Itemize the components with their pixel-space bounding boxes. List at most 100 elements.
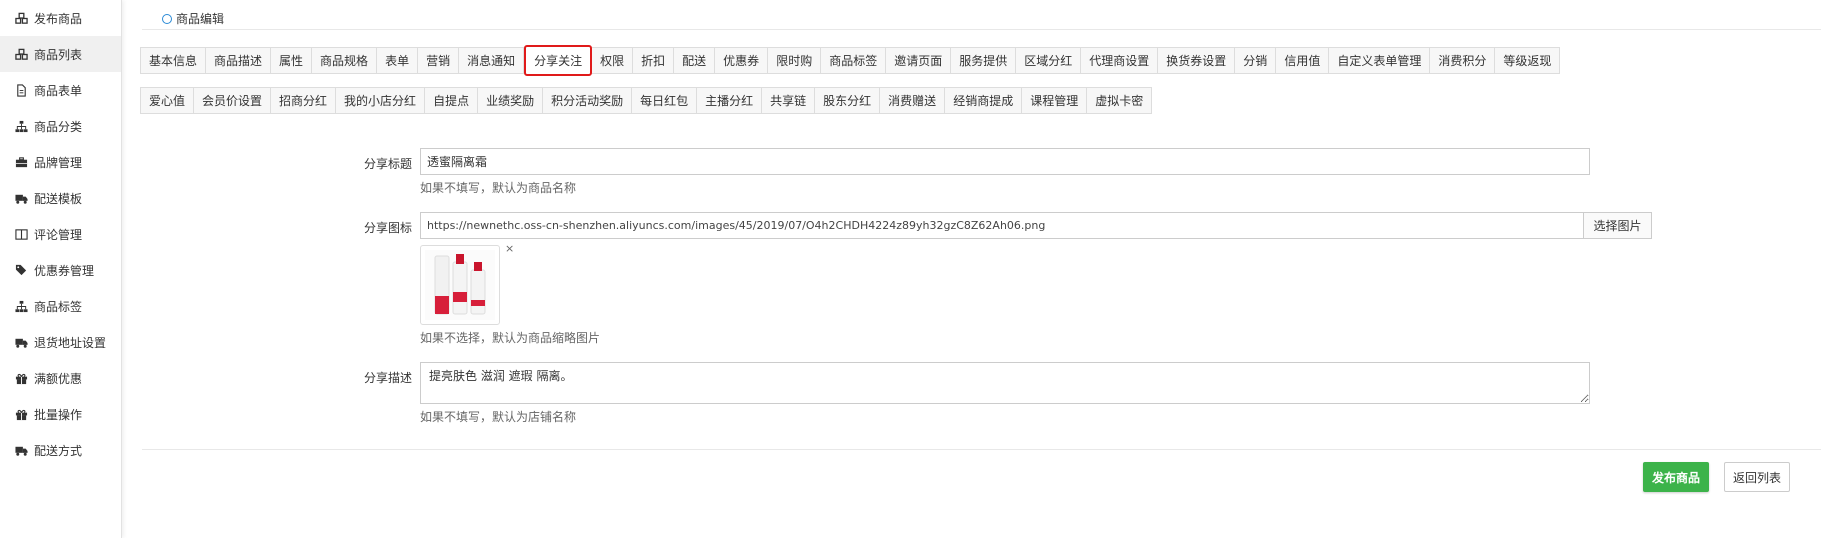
share-desc-label: 分享描述	[363, 371, 412, 385]
share-title-label: 分享标题	[363, 157, 412, 171]
tab[interactable]: 我的小店分红	[336, 87, 426, 114]
tab[interactable]: 自提点	[425, 87, 479, 114]
truck-icon	[14, 443, 28, 457]
sidebar-item-label: 满额优惠	[34, 371, 83, 386]
tabs-row-1: 基本信息 商品描述 属性 商品规格 表单 营销 消息通知 分享关注 权限 折扣 配送 优惠券 限时购 商品…	[140, 45, 1561, 76]
sidebar-item-label: 退货地址设置	[34, 335, 107, 350]
sidebar-item[interactable]: 配送模板	[0, 180, 121, 216]
tab[interactable]: 分销	[1235, 47, 1277, 74]
product-image-icon	[425, 250, 495, 320]
sidebar-item-label: 商品标签	[34, 299, 83, 314]
share-title-input[interactable]	[420, 148, 1590, 175]
share-desc-row: 分享描述 提亮肤色 滋润 遮瑕 隔离。 如果不填写，默认为店铺名称	[322, 362, 1772, 425]
tab[interactable]: 消费积分	[1430, 47, 1496, 74]
cubes-icon	[14, 11, 28, 25]
tab[interactable]: 限时购	[768, 47, 822, 74]
tab[interactable]: 招商分红	[271, 87, 337, 114]
tab[interactable]: 自定义表单管理	[1329, 47, 1431, 74]
tab[interactable]: 营销	[418, 47, 460, 74]
tab[interactable]: 共享链	[762, 87, 816, 114]
sidebar: 发布商品商品列表商品表单商品分类品牌管理配送模板评论管理优惠券管理商品标签退货地…	[0, 0, 122, 538]
share-desc-hint: 如果不填写，默认为店铺名称	[420, 410, 577, 424]
sidebar-item-label: 批量操作	[34, 407, 83, 422]
tab[interactable]: 商品规格	[312, 47, 378, 74]
sidebar-item[interactable]: 满额优惠	[0, 360, 121, 396]
tab[interactable]: 换货券设置	[1158, 47, 1236, 74]
publish-button[interactable]: 发布商品	[1643, 462, 1709, 492]
tab[interactable]: 信用值	[1276, 47, 1330, 74]
truck-icon	[14, 335, 28, 349]
circle-icon	[162, 13, 172, 24]
file-icon	[14, 83, 28, 97]
main-content: 商品编辑 基本信息 商品描述 属性 商品规格 表单 营销 消息通知 分享关注 权限 折扣 配送 优惠券…	[122, 0, 1841, 538]
tab[interactable]: 商品标签	[821, 47, 887, 74]
sidebar-item[interactable]: 商品标签	[0, 288, 121, 324]
book-icon	[14, 227, 28, 241]
share-icon-row: 分享图标 选择图片	[322, 212, 1772, 346]
back-to-list-button[interactable]: 返回列表	[1724, 462, 1790, 492]
divider	[142, 29, 1821, 30]
tab[interactable]: 课程管理	[1022, 87, 1088, 114]
tab[interactable]: 商品描述	[206, 47, 272, 74]
breadcrumb: 商品编辑	[162, 10, 224, 27]
truck-icon	[14, 191, 28, 205]
sidebar-item-label: 评论管理	[34, 227, 83, 242]
tab[interactable]: 主播分红	[697, 87, 763, 114]
remove-image-icon[interactable]: ×	[505, 242, 514, 255]
tab[interactable]: 配送	[674, 47, 716, 74]
tab[interactable]: 消费赠送	[880, 87, 946, 114]
tab[interactable]: 属性	[271, 47, 313, 74]
sidebar-item[interactable]: 商品表单	[0, 72, 121, 108]
tab[interactable]: 分享关注	[524, 45, 593, 76]
sidebar-item-label: 优惠券管理	[34, 263, 95, 278]
sidebar-item-label: 发布商品	[34, 11, 83, 26]
tab[interactable]: 折扣	[633, 47, 675, 74]
select-image-button[interactable]: 选择图片	[1584, 212, 1652, 239]
tab[interactable]: 优惠券	[715, 47, 769, 74]
sidebar-item[interactable]: 发布商品	[0, 0, 121, 36]
sidebar-item[interactable]: 配送方式	[0, 432, 121, 468]
gift-icon	[14, 371, 28, 385]
tab[interactable]: 股东分红	[815, 87, 881, 114]
share-desc-textarea[interactable]: 提亮肤色 滋润 遮瑕 隔离。	[420, 362, 1590, 404]
sidebar-item-label: 商品列表	[34, 47, 83, 62]
tab[interactable]: 业绩奖励	[478, 87, 544, 114]
tab[interactable]: 消息通知	[459, 47, 525, 74]
sidebar-item[interactable]: 优惠券管理	[0, 252, 121, 288]
sidebar-item-label: 商品表单	[34, 83, 83, 98]
sidebar-item[interactable]: 评论管理	[0, 216, 121, 252]
sidebar-item[interactable]: 商品分类	[0, 108, 121, 144]
share-form: 分享标题 如果不填写，默认为商品名称 分享图标 选择图片	[322, 148, 1772, 425]
tab[interactable]: 区域分红	[1016, 47, 1082, 74]
tab[interactable]: 经销商提成	[945, 87, 1023, 114]
sidebar-item[interactable]: 退货地址设置	[0, 324, 121, 360]
share-icon-label: 分享图标	[363, 221, 412, 235]
tab[interactable]: 代理商设置	[1081, 47, 1159, 74]
briefcase-icon	[14, 155, 28, 169]
tab[interactable]: 基本信息	[140, 47, 207, 74]
sidebar-item[interactable]: 批量操作	[0, 396, 121, 432]
breadcrumb-label: 商品编辑	[176, 12, 225, 26]
sidebar-item-label: 配送方式	[34, 443, 83, 458]
share-icon-url-input[interactable]	[420, 212, 1584, 239]
sidebar-item[interactable]: 商品列表	[0, 36, 121, 72]
tab[interactable]: 积分活动奖励	[543, 87, 633, 114]
tab[interactable]: 表单	[377, 47, 419, 74]
share-icon-thumbnail	[420, 245, 500, 325]
sidebar-item[interactable]: 品牌管理	[0, 144, 121, 180]
sidebar-item-label: 配送模板	[34, 191, 83, 206]
tab[interactable]: 服务提供	[951, 47, 1017, 74]
tags-icon	[14, 263, 28, 277]
tab[interactable]: 权限	[592, 47, 634, 74]
sitemap-icon	[14, 119, 28, 133]
gift-icon	[14, 407, 28, 421]
share-icon-hint: 如果不选择，默认为商品缩略图片	[420, 331, 601, 345]
tab[interactable]: 等级返现	[1495, 47, 1561, 74]
tab[interactable]: 每日红包	[632, 87, 698, 114]
tab[interactable]: 虚拟卡密	[1087, 87, 1153, 114]
tab[interactable]: 会员价设置	[194, 87, 272, 114]
tab[interactable]: 邀请页面	[886, 47, 952, 74]
sidebar-item-label: 商品分类	[34, 119, 83, 134]
cubes-icon	[14, 47, 28, 61]
tab[interactable]: 爱心值	[140, 87, 195, 114]
